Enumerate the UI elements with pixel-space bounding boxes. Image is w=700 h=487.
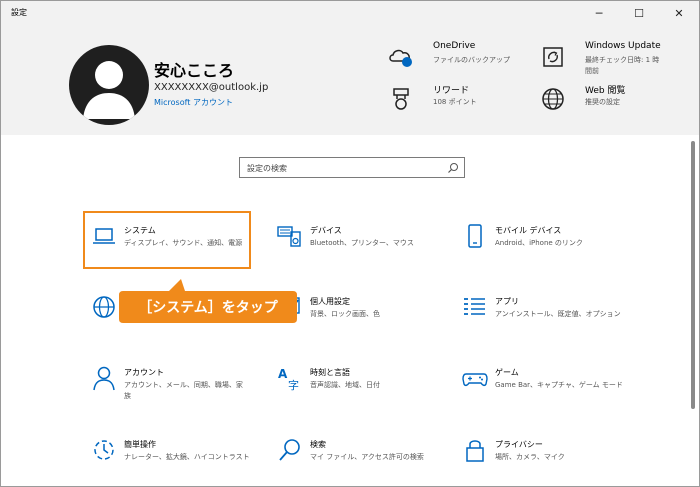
title-bar: 設定 ─ ☐ ✕ [1, 1, 699, 25]
update-icon [543, 47, 563, 67]
tile-accounts-sub-line2: 族 [124, 392, 131, 400]
tile-ease-of-access[interactable]: 簡単操作 ナレーター、拡大鏡、ハイコントラスト [91, 437, 271, 477]
user-name: 安心こころ [154, 61, 235, 80]
scrollbar[interactable] [691, 141, 695, 409]
person-icon [93, 366, 115, 391]
lock-icon [466, 440, 484, 462]
rewards-title: リワード [433, 86, 470, 96]
search-icon [279, 439, 300, 461]
onedrive-title: OneDrive [433, 41, 476, 51]
tile-apps[interactable]: アプリ アンインストール、既定値、オプション [462, 294, 652, 334]
gamepad-icon [462, 373, 488, 387]
system-highlight-frame [83, 211, 251, 269]
tile-accounts[interactable]: アカウント アカウント、メール、同期、職場、家 族 [91, 365, 251, 409]
tile-mobile-devices-sub: Android、iPhone のリンク [495, 239, 583, 247]
instruction-callout: ［システム］をタップ [119, 279, 297, 323]
keyboard-speaker-icon [277, 226, 301, 247]
minimize-button[interactable]: ─ [579, 1, 619, 25]
rewards-item[interactable]: リワード 108 ポイント [387, 83, 507, 119]
tile-devices-sub: Bluetooth、プリンター、マウス [310, 239, 414, 247]
web-browsing-sub: 推奨の設定 [585, 98, 620, 106]
tile-privacy-title: プライバシー [495, 440, 543, 449]
phone-icon [468, 224, 482, 248]
ease-of-access-icon [94, 440, 114, 460]
web-browsing-title: Web 閲覧 [585, 86, 626, 96]
avatar[interactable] [69, 45, 149, 125]
search-input[interactable]: 設定の検索 [239, 157, 465, 178]
cloud-icon [389, 49, 412, 67]
tile-search-title: 検索 [310, 440, 326, 449]
tile-ease-of-access-title: 簡単操作 [124, 440, 156, 449]
tile-privacy[interactable]: プライバシー 場所、カメラ、マイク [462, 437, 642, 477]
time-language-icon: A 字 [278, 367, 299, 391]
globe-icon [542, 88, 564, 110]
settings-window: 設定 ─ ☐ ✕ 安心こころ XXXXXXXX@outlook.jp Micro… [0, 0, 700, 487]
user-email: XXXXXXXX@outlook.jp [154, 82, 269, 93]
windows-update-sub-line1: 最終チェック日時: 1 時 [585, 56, 660, 64]
tile-time-language-sub: 音声認識、地域、日付 [310, 381, 380, 389]
rewards-sub: 108 ポイント [433, 98, 477, 106]
web-browsing-item[interactable]: Web 閲覧 推奨の設定 [539, 83, 679, 119]
onedrive-sub: ファイルのバックアップ [433, 56, 510, 64]
globe-icon [93, 296, 115, 318]
search-placeholder: 設定の検索 [247, 164, 287, 173]
tile-devices-title: デバイス [310, 226, 342, 235]
close-button[interactable]: ✕ [659, 1, 699, 25]
onedrive-item[interactable]: OneDrive ファイルのバックアップ [387, 41, 510, 77]
tile-personalization-title: 個人用設定 [310, 297, 350, 306]
rewards-icon [393, 88, 409, 110]
windows-update-sub-line2: 間前 [585, 67, 599, 75]
tile-time-language-title: 時刻と言語 [310, 368, 350, 377]
search-icon [448, 163, 458, 173]
microsoft-account-link[interactable]: Microsoft アカウント [154, 97, 233, 108]
maximize-button[interactable]: ☐ [619, 1, 659, 25]
windows-update-title: Windows Update [585, 41, 661, 51]
tile-mobile-devices[interactable]: モバイル デバイス Android、iPhone のリンク [462, 223, 642, 263]
tile-ease-of-access-sub: ナレーター、拡大鏡、ハイコントラスト [124, 453, 250, 461]
tile-apps-title: アプリ [495, 297, 519, 306]
svg-text:字: 字 [288, 378, 299, 391]
apps-list-icon [464, 298, 485, 315]
tile-mobile-devices-title: モバイル デバイス [495, 226, 562, 235]
tile-accounts-sub-line1: アカウント、メール、同期、職場、家 [124, 381, 243, 389]
tile-search[interactable]: 検索 マイ ファイル、アクセス許可の検索 [277, 437, 437, 477]
user-silhouette-icon [83, 61, 135, 119]
tile-search-sub: マイ ファイル、アクセス許可の検索 [310, 453, 424, 461]
tile-gaming-title: ゲーム [495, 368, 519, 377]
tile-gaming[interactable]: ゲーム Game Bar、キャプチャ、ゲーム モード [462, 365, 652, 405]
window-title: 設定 [11, 8, 27, 17]
windows-update-item[interactable]: Windows Update 最終チェック日時: 1 時 間前 [539, 41, 679, 81]
tile-gaming-sub: Game Bar、キャプチャ、ゲーム モード [495, 381, 623, 389]
tile-personalization[interactable]: 個人用設定 背景、ロック画面、色 [277, 294, 437, 334]
callout-text: ［システム］をタップ [138, 300, 278, 316]
tile-apps-sub: アンインストール、既定値、オプション [495, 310, 621, 318]
svg-text:A: A [278, 367, 288, 381]
tile-personalization-sub: 背景、ロック画面、色 [310, 310, 380, 318]
tile-devices[interactable]: デバイス Bluetooth、プリンター、マウス [277, 223, 437, 263]
tile-time-language[interactable]: A 字 時刻と言語 音声認識、地域、日付 [277, 365, 437, 405]
tile-privacy-sub: 場所、カメラ、マイク [495, 453, 565, 461]
account-header: 安心こころ XXXXXXXX@outlook.jp Microsoft アカウン… [1, 25, 699, 135]
tile-accounts-title: アカウント [124, 368, 164, 377]
